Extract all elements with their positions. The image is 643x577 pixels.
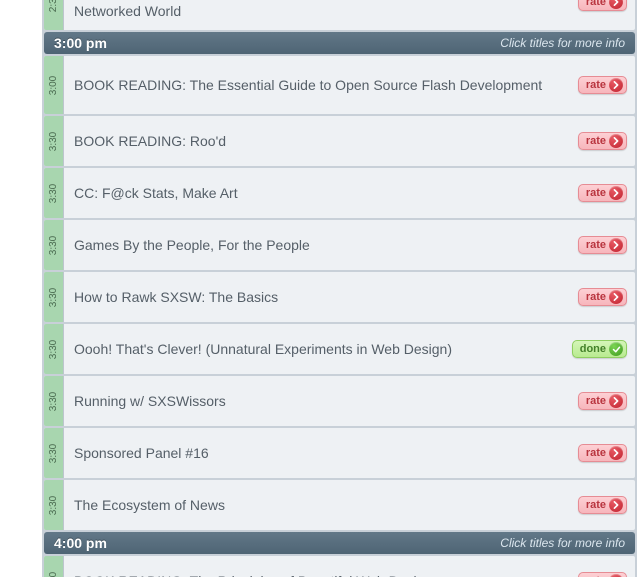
rate-label: rate (586, 187, 606, 199)
event-time-cell: 4:00 (44, 556, 64, 577)
rate-button[interactable]: rate (578, 496, 627, 514)
time-header-hint: Click titles for more info (500, 532, 625, 554)
event-action-cell: rate (565, 272, 635, 322)
time-header-hint: Click titles for more info (500, 32, 625, 54)
event-row: 3:30 Games By the People, For the People r… (44, 220, 635, 270)
event-action-cell: rate (565, 168, 635, 218)
done-label: done (580, 343, 606, 355)
event-action-cell: rate (565, 556, 635, 577)
event-time: 3:00 (48, 75, 59, 94)
event-time: 3:30 (48, 131, 59, 150)
chevron-right-icon (609, 186, 623, 200)
event-row: 3:30 BOOK READING: Roo'd rate (44, 116, 635, 166)
event-time: 3:30 (48, 391, 59, 410)
event-time-cell: 3:30 (44, 272, 64, 322)
rate-label: rate (586, 499, 606, 511)
rate-label: rate (586, 291, 606, 303)
event-action-cell: done (565, 324, 635, 374)
event-action-cell: rate (565, 56, 635, 114)
rate-label: rate (586, 239, 606, 251)
event-title[interactable]: BOOK READING: Roo'd (64, 116, 565, 166)
rate-button[interactable]: rate (578, 392, 627, 410)
event-time: 3:30 (48, 495, 59, 514)
event-row: 3:00 BOOK READING: The Essential Guide to… (44, 56, 635, 114)
event-row: 3:30 The Ecosystem of News rate (44, 480, 635, 530)
chevron-right-icon (609, 0, 623, 9)
event-time: 3:30 (48, 183, 59, 202)
event-time: 3:30 (48, 443, 59, 462)
rate-button[interactable]: rate (578, 76, 627, 94)
event-action-cell: rate (565, 0, 635, 30)
event-title[interactable]: CC: F@ck Stats, Make Art (64, 168, 565, 218)
chevron-right-icon (609, 238, 623, 252)
event-time-cell: 3:30 (44, 480, 64, 530)
event-time: 3:30 (48, 339, 59, 358)
chevron-right-icon (609, 134, 623, 148)
event-time-cell: 3:30 (44, 324, 64, 374)
event-action-cell: rate (565, 116, 635, 166)
event-title[interactable]: BOOK READING: GameChangers - Improvisati… (64, 0, 565, 30)
event-row: 2:30 BOOK READING: GameChangers - Improvi… (44, 0, 635, 30)
rate-button[interactable]: rate (578, 444, 627, 462)
event-row: 3:30 Running w/ SXSWissors rate (44, 376, 635, 426)
event-action-cell: rate (565, 220, 635, 270)
event-title[interactable]: The Ecosystem of News (64, 480, 565, 530)
done-button[interactable]: done (572, 340, 627, 358)
event-time-cell: 3:00 (44, 56, 64, 114)
event-row: 4:00 BOOK READING: The Principles of Beau… (44, 556, 635, 577)
check-icon (609, 342, 623, 356)
event-title[interactable]: Games By the People, For the People (64, 220, 565, 270)
event-time-cell: 3:30 (44, 428, 64, 478)
event-title[interactable]: Running w/ SXSWissors (64, 376, 565, 426)
rate-button[interactable]: rate (578, 288, 627, 306)
event-row: 3:30 Sponsored Panel #16 rate (44, 428, 635, 478)
event-action-cell: rate (565, 376, 635, 426)
event-time-cell: 2:30 (44, 0, 64, 30)
rate-button[interactable]: rate (578, 132, 627, 150)
rate-label: rate (586, 395, 606, 407)
event-action-cell: rate (565, 480, 635, 530)
time-header: 3:00 pm Click titles for more info (44, 32, 635, 54)
rate-button[interactable]: rate (578, 184, 627, 202)
chevron-right-icon (609, 498, 623, 512)
event-title[interactable]: BOOK READING: The Principles of Beautifu… (64, 556, 565, 577)
event-title[interactable]: Oooh! That's Clever! (Unnatural Experime… (64, 324, 565, 374)
event-time-cell: 3:30 (44, 220, 64, 270)
chevron-right-icon (609, 290, 623, 304)
rate-label: rate (586, 79, 606, 91)
event-time: 4:00 (48, 571, 59, 577)
chevron-right-icon (609, 446, 623, 460)
event-time: 3:30 (48, 235, 59, 254)
event-time-cell: 3:30 (44, 168, 64, 218)
event-title[interactable]: BOOK READING: The Essential Guide to Ope… (64, 56, 565, 114)
rate-label: rate (586, 447, 606, 459)
event-time-cell: 3:30 (44, 376, 64, 426)
chevron-right-icon (609, 394, 623, 408)
chevron-right-icon (609, 78, 623, 92)
event-title[interactable]: How to Rawk SXSW: The Basics (64, 272, 565, 322)
event-title[interactable]: Sponsored Panel #16 (64, 428, 565, 478)
event-time-cell: 3:30 (44, 116, 64, 166)
rate-label: rate (586, 135, 606, 147)
rate-button[interactable]: rate (578, 0, 627, 11)
time-header: 4:00 pm Click titles for more info (44, 532, 635, 554)
event-row: 3:30 Oooh! That's Clever! (Unnatural Expe… (44, 324, 635, 374)
rate-label: rate (586, 0, 606, 8)
event-action-cell: rate (565, 428, 635, 478)
time-header-hour: 3:00 pm (54, 32, 107, 54)
event-row: 3:30 CC: F@ck Stats, Make Art rate (44, 168, 635, 218)
event-row: 3:30 How to Rawk SXSW: The Basics rate (44, 272, 635, 322)
rate-button[interactable]: rate (578, 236, 627, 254)
event-time: 3:30 (48, 287, 59, 306)
time-header-hour: 4:00 pm (54, 532, 107, 554)
event-time: 2:30 (48, 0, 59, 12)
rate-button[interactable]: rate (578, 572, 627, 577)
